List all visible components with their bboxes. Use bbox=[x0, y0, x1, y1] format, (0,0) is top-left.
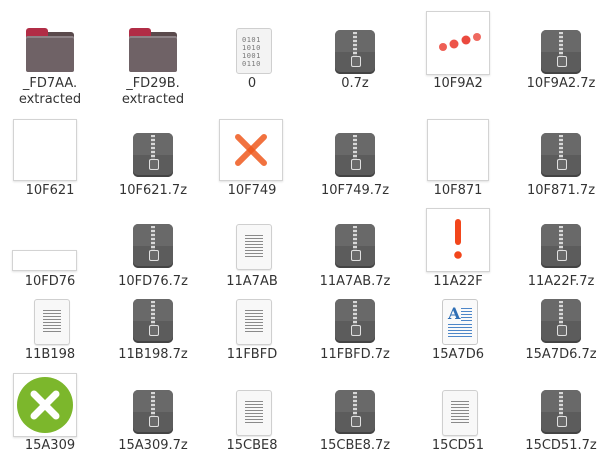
archive-icon bbox=[125, 218, 181, 280]
file-item-image[interactable]: 10F749 bbox=[202, 117, 302, 217]
file-label: 15A309 bbox=[24, 438, 76, 453]
file-label: 15CBE8 bbox=[226, 438, 278, 453]
file-label: 10F9A2 bbox=[433, 76, 483, 91]
file-item-text[interactable]: 15CBE8 bbox=[202, 372, 302, 472]
file-label: 10F749.7z bbox=[320, 183, 390, 198]
file-item-text[interactable]: 15CD51 bbox=[408, 372, 508, 472]
file-label: extracted bbox=[18, 92, 82, 107]
file-item-text[interactable]: 11B198 bbox=[0, 283, 100, 383]
archive-icon bbox=[125, 384, 181, 446]
archive-icon bbox=[327, 218, 383, 280]
file-item-archive[interactable]: 11FBFD.7z bbox=[305, 283, 405, 383]
file-item-binary[interactable]: 0101 1010 1001 0110 0 bbox=[202, 10, 302, 110]
image-thumbnail-icon bbox=[427, 119, 489, 181]
text-document-icon bbox=[224, 220, 280, 282]
image-thumbnail-icon bbox=[426, 11, 490, 75]
file-label: 15A7D6.7z bbox=[525, 347, 597, 362]
archive-icon bbox=[533, 293, 589, 355]
file-item-archive[interactable]: 15A309.7z bbox=[103, 372, 203, 472]
archive-icon bbox=[533, 218, 589, 280]
file-item-archive[interactable]: 15CD51.7z bbox=[511, 372, 602, 472]
file-item-archive[interactable]: 11B198.7z bbox=[103, 283, 203, 383]
file-label: _FD29B. bbox=[126, 76, 180, 91]
file-label: 11FBFD.7z bbox=[320, 347, 390, 362]
file-label: 11B198 bbox=[24, 347, 76, 362]
file-item-folder[interactable]: _FD7AA. extracted bbox=[0, 10, 100, 110]
file-label: 0 bbox=[247, 76, 257, 91]
file-item-archive[interactable]: 10F871.7z bbox=[511, 117, 602, 217]
file-label: 15CD51 bbox=[431, 438, 485, 453]
file-item-archive[interactable]: 10F749.7z bbox=[305, 117, 405, 217]
file-label: 11B198.7z bbox=[118, 347, 188, 362]
file-item-image[interactable]: 10F621 bbox=[0, 117, 100, 217]
file-label: extracted bbox=[121, 92, 185, 107]
image-thumbnail-icon bbox=[12, 250, 77, 271]
file-label: 10F749 bbox=[227, 183, 277, 198]
file-item-archive[interactable]: 15CBE8.7z bbox=[305, 372, 405, 472]
archive-icon bbox=[327, 384, 383, 446]
image-thumbnail-icon bbox=[13, 373, 77, 437]
file-item-archive[interactable]: 0.7z bbox=[305, 10, 405, 110]
file-item-archive[interactable]: 15A7D6.7z bbox=[511, 283, 602, 383]
file-label: 0.7z bbox=[341, 76, 369, 91]
file-item-archive[interactable]: 10F9A2.7z bbox=[511, 10, 602, 110]
file-item-image[interactable]: 10F871 bbox=[408, 117, 508, 217]
image-thumbnail-icon bbox=[426, 208, 490, 272]
file-label: 15A309.7z bbox=[118, 438, 188, 453]
file-item-image[interactable]: 10F9A2 bbox=[408, 10, 508, 110]
file-label: 10F621.7z bbox=[118, 183, 188, 198]
file-grid: _FD7AA. extracted _FD29B. extracted 0101… bbox=[0, 0, 602, 465]
image-thumbnail-icon bbox=[219, 119, 283, 181]
archive-icon bbox=[125, 127, 181, 189]
file-label: 15CBE8.7z bbox=[319, 438, 391, 453]
file-label: _FD7AA. bbox=[22, 76, 78, 91]
file-item-richtext[interactable]: A 15A7D6 bbox=[408, 283, 508, 383]
archive-icon bbox=[125, 293, 181, 355]
file-label: 15CD51.7z bbox=[525, 438, 597, 453]
file-item-archive[interactable]: 10F621.7z bbox=[103, 117, 203, 217]
file-label: 10F871.7z bbox=[526, 183, 596, 198]
archive-icon bbox=[533, 127, 589, 189]
archive-icon bbox=[327, 293, 383, 355]
file-label: 10F621 bbox=[25, 183, 75, 198]
file-label: 15A7D6 bbox=[432, 347, 484, 362]
file-item-folder[interactable]: _FD29B. extracted bbox=[103, 10, 203, 110]
file-item-image[interactable]: 15A309 bbox=[0, 372, 100, 472]
file-label: 10F871 bbox=[433, 183, 483, 198]
image-thumbnail-icon bbox=[13, 119, 77, 181]
archive-icon bbox=[533, 384, 589, 446]
file-label: 11FBFD bbox=[226, 347, 278, 362]
file-item-text[interactable]: 11FBFD bbox=[202, 283, 302, 383]
archive-icon bbox=[327, 127, 383, 189]
file-label: 10F9A2.7z bbox=[526, 76, 596, 91]
